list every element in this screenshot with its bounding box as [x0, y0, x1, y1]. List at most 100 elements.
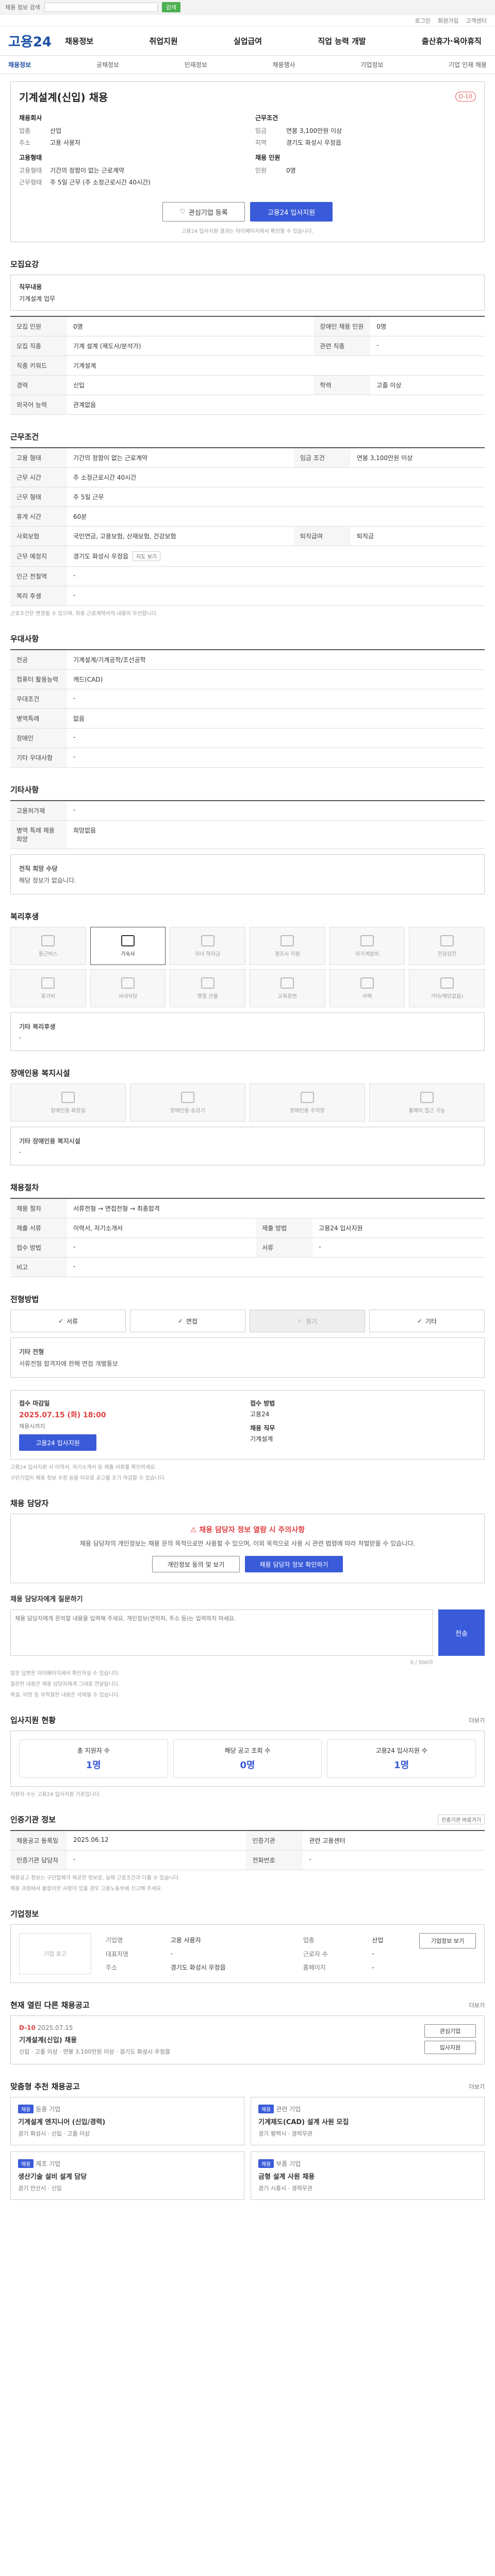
jobinfo-link-button[interactable]: 인증기관 바로가기 [438, 1815, 485, 1825]
inquiry-send-button[interactable]: 전송 [438, 1609, 485, 1656]
subnav-item-talent[interactable]: 인재정보 [185, 60, 207, 69]
table-row: 모집 직종 기계 설계 (제도사/분석가) 관련 직종 - [10, 336, 485, 356]
subnav-item-jobs[interactable]: 채용정보 [8, 60, 31, 69]
other-sub-box: 전직 희망 수당 해당 정보가 없습니다. [10, 854, 485, 894]
gnb-item-jobs[interactable]: 채용정보 [65, 36, 93, 46]
table-header: 장애인 [10, 728, 67, 748]
util-help-link[interactable]: 고객센터 [466, 16, 487, 25]
welfare-icon [41, 935, 55, 946]
method-other: ✓ 기타 [369, 1310, 485, 1332]
apply-note: 고용24 입사지원 시 이력서, 자기소개서 등 제출 서류를 확인하세요. [10, 1465, 157, 1470]
table-row: 대표자명 - 근로자 수 - [102, 1947, 409, 1961]
job-card-meta: 경기 시흥시 · 경력무관 [258, 2185, 313, 2192]
rec-job-title[interactable]: 기계설계(신입) 채용 [19, 2035, 170, 2044]
facility-extra-title: 기타 장애인용 복지시설 [19, 1138, 80, 1145]
recommend-title: 현재 열린 다른 채용공고 [10, 2001, 90, 2010]
table-cell: - [67, 728, 485, 748]
method-label: 서류 [66, 1317, 78, 1325]
company-summary-title: 채용회사 [19, 114, 42, 122]
subnav-item-company[interactable]: 기업정보 [360, 60, 383, 69]
kv-key: 업종 [19, 127, 31, 134]
util-signup-link[interactable]: 회원가입 [438, 16, 458, 25]
welfare-item: 자기계발비 [329, 927, 405, 965]
recommend-card[interactable]: D-10 2025.07.15 기계설계(신입) 채용 신입 · 고졸 이상 ·… [10, 2015, 485, 2065]
rec-apply-button[interactable]: 입사지원 [424, 2041, 476, 2055]
table-header: 인증기관 [246, 1831, 303, 1851]
gnb-item-support[interactable]: 취업지원 [149, 36, 177, 46]
table-header: 서류 [256, 1238, 313, 1258]
gnb-item-parental[interactable]: 출산휴가·육아휴직 [422, 36, 482, 46]
table-header: 근무 형태 [10, 487, 67, 507]
table-cell: - [312, 1238, 485, 1258]
inquiry-form: 전송 [10, 1609, 485, 1656]
apply-now-button[interactable]: 고용24 입사지원 [19, 1434, 96, 1451]
duty-value: 기계설계 업무 [19, 295, 56, 302]
recruit-table: 모집 인원 0명 장애인 채용 인원 0명 모집 직종 기계 설계 (제도사/분석가) 관… [10, 316, 485, 415]
table-cell: 산업 [372, 1937, 384, 1944]
subnav-item-events[interactable]: 채용행사 [272, 60, 295, 69]
welfare-label: 자녀 학자금 [195, 951, 221, 957]
jobinfo-title: 인증기관 정보 [10, 1815, 56, 1825]
table-header: 모집 인원 [10, 316, 67, 336]
job-card-tag: 채용 [258, 2159, 274, 2168]
welfare-label: 명절 선물 [197, 993, 218, 999]
applicants-note: 지원자 수는 고용24 입사지원 기준입니다. [10, 1792, 101, 1798]
job-card[interactable]: 채용 부품 기업 금형 설계 사원 채용 경기 시흥시 · 경력무관 [251, 2151, 485, 2200]
subnav-item-hire[interactable]: 기업 인재 채용 [449, 60, 487, 69]
job-card[interactable]: 채용 동종 기업 기계설계 엔지니어 (신입/경력) 경기 화성시 · 신입 · 고… [10, 2097, 244, 2146]
table-row: 인근 전철역 - [10, 566, 485, 586]
subnav-item-public[interactable]: 공채정보 [96, 60, 119, 69]
table-header: 휴게 시간 [10, 506, 67, 527]
welfare-item: 건강검진 [409, 927, 485, 965]
inquiry-title: 채용 담당자에게 질문하기 [10, 1596, 83, 1604]
site-logo[interactable]: 고용24 [8, 31, 65, 50]
preference-table: 전공 기계설계/기계공학/조선공학 컴퓨터 활용능력 캐드(CAD) 우대조건 - 병… [10, 649, 485, 768]
table-header: 퇴직급여 [293, 526, 351, 546]
apply-button[interactable]: 고용24 입사지원 [250, 202, 333, 222]
jobinfo-note: 채용 과정에서 불합리한 사항이 있을 경우 고용노동부에 신고해 주세요. [10, 1886, 163, 1892]
inquiry-textarea[interactable] [10, 1609, 433, 1656]
table-header: 사회보험 [10, 526, 67, 546]
topbar-search-button[interactable]: 검색 [161, 2, 180, 12]
job-card-meta: 경기 평택시 · 경력무관 [258, 2130, 313, 2138]
welfare-item: 교육훈련 [250, 969, 325, 1007]
table-cell: 고용24 입사지원 [312, 1218, 485, 1238]
dday-badge: D-10 [455, 92, 476, 101]
table-header: 외국어 능력 [10, 395, 67, 415]
jobinfo-table: 채용공고 등록일 2025.06.12 인증기관 관련 고용센터 인증기관 담당자 - 전… [10, 1830, 485, 1871]
table-cell: 기계설계 [67, 355, 485, 376]
job-card[interactable]: 채용 관련 기업 기계제도(CAD) 설계 사원 모집 경기 평택시 · 경력무관 [251, 2097, 485, 2146]
company-info-button[interactable]: 기업정보 보기 [419, 1933, 476, 1949]
similar-more-link[interactable]: 더보기 [469, 2082, 485, 2091]
table-row: 외국어 능력 관계없음 [10, 395, 485, 415]
applicants-stats: 총 지원자 수 1명 해당 공고 조회 수 0명 고용24 입사지원 수 1명 [10, 1731, 485, 1787]
welfare-item: 사택 [329, 969, 405, 1007]
welfare-icon [201, 935, 214, 946]
job-card-company: 제조 기업 [36, 2160, 61, 2168]
welfare-label: 기타(해당없음) [431, 993, 464, 999]
util-login-link[interactable]: 로그인 [415, 16, 431, 25]
table-cell: - [372, 1963, 374, 1971]
topbar-search-input[interactable] [44, 2, 158, 12]
kv-value: 0명 [286, 167, 296, 174]
job-card[interactable]: 채용 제조 기업 생산기술 설비 설계 담당 경기 안산시 · 신입 [10, 2151, 244, 2200]
table-header: 전공 [10, 650, 67, 670]
table-header: 채용공고 등록일 [10, 1831, 67, 1851]
applicants-more-link[interactable]: 더보기 [469, 1716, 485, 1724]
gnb-item-unemployment[interactable]: 실업급여 [234, 36, 262, 46]
rec-save-button[interactable]: 관심기업 [424, 2024, 476, 2038]
recommend-more-link[interactable]: 더보기 [469, 2001, 485, 2009]
other-sub-text: 해당 정보가 없습니다. [19, 877, 76, 884]
table-cell: 관계없음 [67, 395, 485, 415]
map-view-button[interactable]: 지도 보기 [133, 551, 160, 561]
table-row: 경력 신입 학력 고졸 이상 [10, 375, 485, 395]
manager-info-button[interactable]: 채용 담당자 정보 확인하기 [245, 1556, 343, 1573]
table-row: 비고 - [10, 1257, 485, 1277]
table-cell: 주 소정근로시간 40시간 [67, 467, 485, 487]
consent-view-button[interactable]: 개인정보 동의 및 보기 [152, 1556, 240, 1573]
facility-label: 장애인용 주차장 [290, 1108, 325, 1114]
table-cell: 국민연금, 고용보험, 산재보험, 건강보험 [67, 526, 294, 546]
gnb-item-training[interactable]: 직업 능력 개발 [318, 36, 366, 46]
save-company-button[interactable]: ♡ 관심기업 등록 [162, 202, 245, 222]
table-header: 근무 예정지 [10, 546, 67, 567]
